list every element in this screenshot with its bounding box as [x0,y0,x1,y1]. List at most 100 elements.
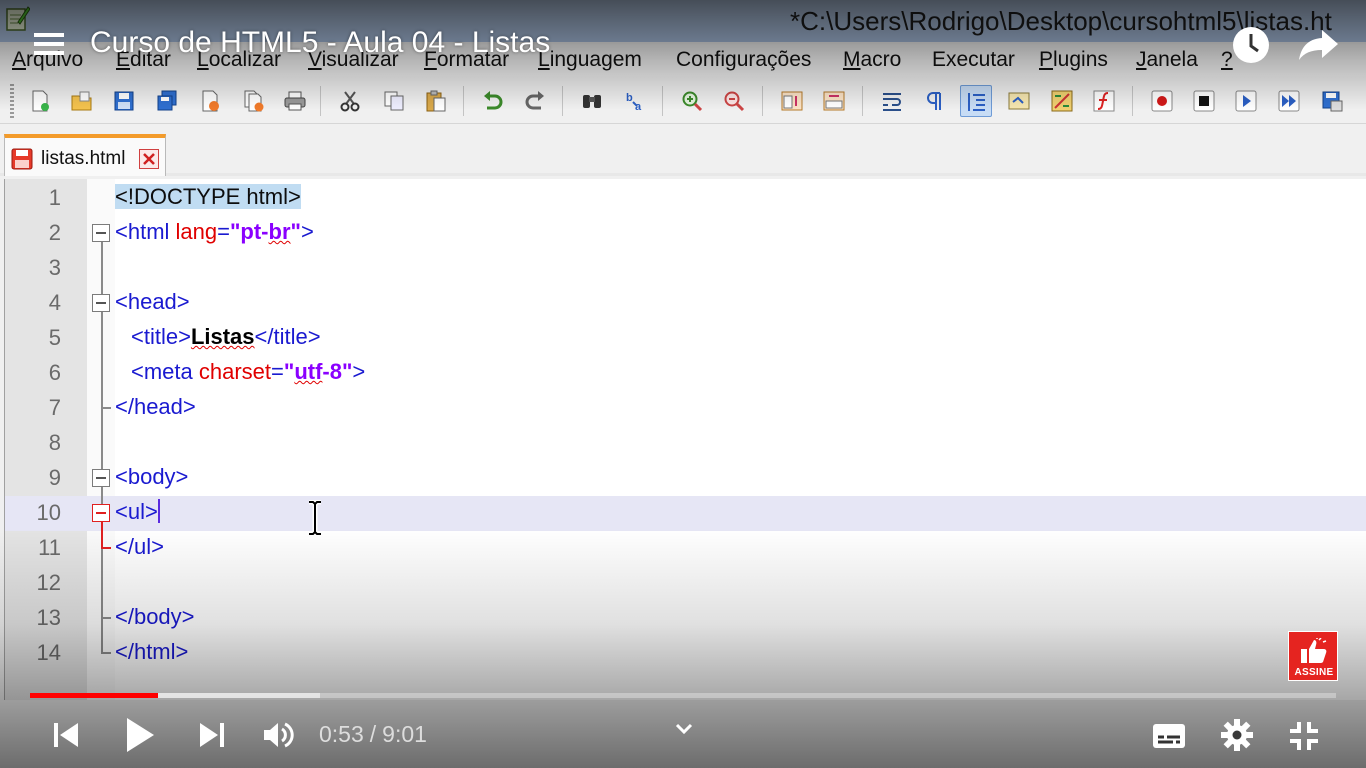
undo-button[interactable] [476,85,508,117]
cut-button[interactable] [334,85,366,117]
menu-janela[interactable]: Janela [1136,48,1198,72]
fold-toggle-head[interactable] [92,294,110,312]
settings-button[interactable] [1220,718,1254,752]
text-caret [157,499,160,523]
zoom-in-button[interactable] [676,85,708,117]
thumbs-up-icon [1301,638,1327,663]
line-number: 8 [48,430,61,455]
save-all-icon [157,90,177,111]
toolbar-separator [1132,86,1133,116]
function-list-button[interactable] [1046,85,1078,117]
line-number: 14 [36,640,61,665]
fold-toggle-ul[interactable] [92,504,110,522]
close-file-icon [202,90,219,112]
replace-button[interactable]: ba [620,85,652,117]
code-line: 4 <head> [5,286,1366,321]
next-button[interactable] [198,720,226,750]
notepad-app-icon [6,6,30,31]
line-number: 4 [48,290,61,315]
code-line: 1 <!DOCTYPE html> [5,181,1366,216]
record-macro-button[interactable] [1146,85,1178,117]
menu-plugins[interactable]: Plugins [1039,48,1108,72]
save-all-button[interactable] [151,85,183,117]
new-file-button[interactable] [24,85,56,117]
menu-configuracoes[interactable]: Configurações [676,48,811,72]
find-button[interactable] [576,85,608,117]
sync-horizontal-button[interactable] [818,85,850,117]
save-disk-icon [114,91,134,111]
indent-guide-icon [968,93,985,111]
subtitles-button[interactable] [1152,722,1186,750]
expand-chevron-button[interactable] [674,722,694,736]
fold-end-body [101,617,111,619]
volume-button[interactable] [262,719,294,751]
subscribe-watermark[interactable]: ASSINE [1288,631,1338,681]
undo-arrow-icon [484,91,503,110]
redo-button[interactable] [520,85,552,117]
playlist-menu-icon[interactable] [34,30,64,58]
close-tab-icon[interactable] [139,149,159,169]
word-wrap-button[interactable] [876,85,908,117]
print-button[interactable] [279,85,311,117]
play-button[interactable] [124,716,156,754]
save-macro-button[interactable] [1316,85,1348,117]
next-icon [200,723,224,747]
notepad-plus-plus-window: *C:\Users\Rodrigo\Desktop\cursohtml5\lis… [0,0,1366,768]
close-button[interactable] [194,85,226,117]
menu-macro[interactable]: Macro [843,48,901,72]
time-display: 0:53/9:01 [319,721,427,748]
current-time: 0:53 [319,721,364,747]
indent-guide-button[interactable] [960,85,992,117]
menu-linguagem[interactable]: Linguagem [538,48,642,72]
previous-button[interactable] [52,720,80,750]
save-macro-icon [1322,91,1343,112]
toolbar-separator [762,86,763,116]
pilcrow-icon [927,92,941,110]
zoom-out-button[interactable] [718,85,750,117]
video-title[interactable]: Curso de HTML5 - Aula 04 - Listas [90,26,550,60]
sync-vertical-button[interactable] [776,85,808,117]
playback-macro-button[interactable] [1230,85,1262,117]
unsaved-file-icon [11,148,33,170]
code-line: 7 </head> [5,391,1366,426]
show-all-characters-button[interactable] [918,85,950,117]
function-list-icon [1051,90,1073,112]
menu-executar[interactable]: Executar [932,48,1015,72]
stop-recording-button[interactable] [1188,85,1220,117]
exit-fullscreen-button[interactable] [1288,720,1320,752]
fold-end-head [101,407,111,409]
function-f-icon [1093,90,1115,112]
current-code-line: 10 <ul> [5,496,1366,531]
seek-bar[interactable] [30,693,1336,698]
fold-guide-line-active [101,521,103,549]
code-text: </html> [115,639,189,664]
folder-as-workspace-button[interactable] [1088,85,1120,117]
record-icon [1151,90,1173,112]
code-line: 14 </html> [5,636,1366,671]
fold-toggle-body[interactable] [92,469,110,487]
printer-icon [284,91,306,111]
close-all-icon [244,90,264,112]
fold-toggle-html[interactable] [92,224,110,242]
close-all-button[interactable] [238,85,270,117]
document-map-icon [1008,92,1030,110]
paste-button[interactable] [420,85,452,117]
line-number: 2 [48,220,61,245]
code-line: 11 </ul> [5,531,1366,566]
duration: 9:01 [382,721,427,747]
run-macro-multiple-button[interactable] [1273,85,1305,117]
menu-help[interactable]: ? [1221,48,1233,72]
toolbar-separator [662,86,663,116]
line-number: 5 [48,325,61,350]
line-number: 11 [38,535,61,560]
open-file-button[interactable] [66,85,98,117]
code-editor[interactable]: 1 <!DOCTYPE html> 2 <html lang="pt-br"> … [4,179,1366,700]
watch-later-clock-icon[interactable] [1232,26,1270,64]
document-map-button[interactable] [1003,85,1035,117]
save-button[interactable] [108,85,140,117]
share-arrow-icon[interactable] [1298,28,1340,62]
line-number: 9 [48,465,61,490]
tab-listas-html[interactable]: listas.html [4,134,166,176]
copy-button[interactable] [378,85,410,117]
line-number: 10 [36,500,61,525]
